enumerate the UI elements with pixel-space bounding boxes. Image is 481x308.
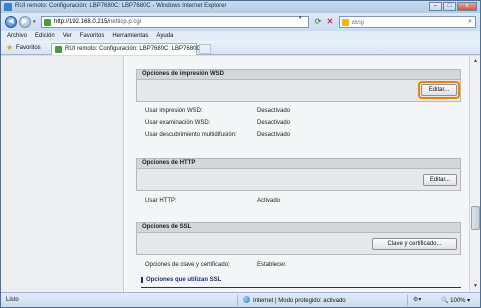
window-controls: – □ x — [428, 2, 477, 11]
zoom-level[interactable]: 🔍 100% ▾ — [441, 297, 470, 304]
address-bar[interactable]: http://192.168.0.215/netticp.p.cgi — [41, 16, 309, 28]
ssl-options-subheading: Opciones que utilizan SSL — [141, 277, 221, 283]
ie-app-icon — [4, 3, 12, 11]
scroll-up-icon[interactable]: ▲ — [471, 57, 480, 66]
navigation-bar: ◀ ▶ ▾ http://192.168.0.215/netticp.p.cgi… — [1, 13, 480, 31]
menu-favoritos[interactable]: Favoritos — [80, 31, 105, 41]
menu-archivo[interactable]: Archivo — [7, 31, 27, 41]
globe-icon — [243, 296, 250, 303]
scroll-down-icon[interactable]: ▼ — [471, 282, 480, 291]
favorites-star-icon[interactable]: ★ — [6, 44, 13, 52]
wsd-section-header: Opciones de impresión WSD — [136, 69, 461, 80]
status-bar: Listo Internet | Modo protegido: activad… — [1, 292, 480, 307]
forward-button[interactable]: ▶ — [19, 16, 31, 28]
bing-icon — [342, 19, 349, 26]
window-title: RUI remoto: Configuración: LBP7680C: LBP… — [15, 3, 227, 9]
url-text[interactable]: http://192.168.0.215/netticp.p.cgi — [54, 19, 141, 25]
search-box[interactable]: ⌕ — [339, 16, 476, 28]
wsd-edit-button[interactable]: Editar... — [421, 84, 457, 96]
ssl-key-value: Establecer. — [257, 262, 287, 268]
ssl-key-label: Opciones de clave y certificado: — [145, 262, 230, 268]
search-input[interactable] — [352, 18, 457, 27]
ssl-section-body: Clave y certificado... — [136, 233, 461, 255]
protected-mode-icon[interactable]: ⚙▾ — [413, 296, 421, 303]
key-certificate-button[interactable]: Clave y certificado... — [372, 238, 457, 250]
menu-edicion[interactable]: Edición — [35, 31, 55, 41]
browser-window: RUI remoto: Configuración: LBP7680C: LBP… — [0, 0, 481, 308]
close-button[interactable]: x — [457, 2, 477, 11]
ssl-section-header: Opciones de SSL — [136, 222, 461, 233]
address-dropdown-icon[interactable]: ▾ — [299, 15, 302, 21]
http-edit-button[interactable]: Editar... — [423, 174, 457, 186]
title-bar: RUI remoto: Configuración: LBP7680C: LBP… — [1, 1, 480, 13]
left-navigation-pane — [1, 56, 124, 292]
wsd-section-body: Editar... — [136, 80, 461, 102]
scroll-thumb[interactable] — [471, 206, 480, 230]
security-zone[interactable]: Internet | Modo protegido: activado — [243, 296, 346, 304]
vertical-scrollbar[interactable]: ▲ ▼ — [469, 56, 480, 292]
recent-pages-dropdown-icon[interactable]: ▾ — [33, 19, 36, 25]
main-pane: Opciones de impresión WSD Editar... Usar… — [125, 56, 469, 292]
wsd-browse-label: Usar examinación WSD: — [145, 120, 211, 126]
wsd-multicast-label: Usar descubrimiento multidifusión: — [145, 132, 237, 138]
tab-favicon-icon — [55, 46, 62, 53]
subheading-divider — [141, 287, 461, 288]
wsd-browse-value: Desactivado — [257, 120, 291, 126]
status-separator — [237, 295, 238, 306]
stop-icon[interactable]: ✕ — [325, 17, 335, 27]
back-button[interactable]: ◀ — [5, 16, 17, 28]
tab-title: RUI remoto: Configuración: LBP7680C: LBP… — [65, 46, 201, 52]
wsd-multicast-value: Desactivado — [257, 132, 291, 138]
new-tab-button[interactable] — [199, 44, 211, 54]
favorites-button[interactable]: Favoritos — [16, 45, 41, 51]
maximize-button[interactable]: □ — [443, 2, 456, 11]
wsd-print-label: Usar impresión WSD: — [145, 108, 203, 114]
http-use-label: Usar HTTP: — [145, 198, 177, 204]
page-content: Opciones de impresión WSD Editar... Usar… — [1, 56, 480, 292]
menu-ver[interactable]: Ver — [63, 31, 72, 41]
http-section-header: Opciones de HTTP — [136, 158, 461, 169]
minimize-button[interactable]: – — [429, 2, 442, 11]
page-favicon-icon — [44, 19, 51, 26]
menu-ayuda[interactable]: Ayuda — [156, 31, 173, 41]
menu-bar: Archivo Edición Ver Favoritos Herramient… — [1, 31, 480, 41]
status-text: Listo — [6, 297, 19, 303]
http-section-body: Editar... — [136, 169, 461, 191]
wsd-print-value: Desactivado — [257, 108, 291, 114]
tab-active[interactable]: RUI remoto: Configuración: LBP7680C: LBP… — [51, 43, 201, 55]
favorites-bar: ★ Favoritos RUI remoto: Configuración: L… — [1, 41, 480, 55]
search-icon[interactable]: ⌕ — [468, 18, 472, 26]
http-use-value: Activado — [257, 198, 281, 204]
refresh-icon[interactable]: ⟳ — [313, 17, 323, 27]
menu-herramientas[interactable]: Herramientas — [112, 31, 148, 41]
status-separator — [407, 295, 408, 306]
